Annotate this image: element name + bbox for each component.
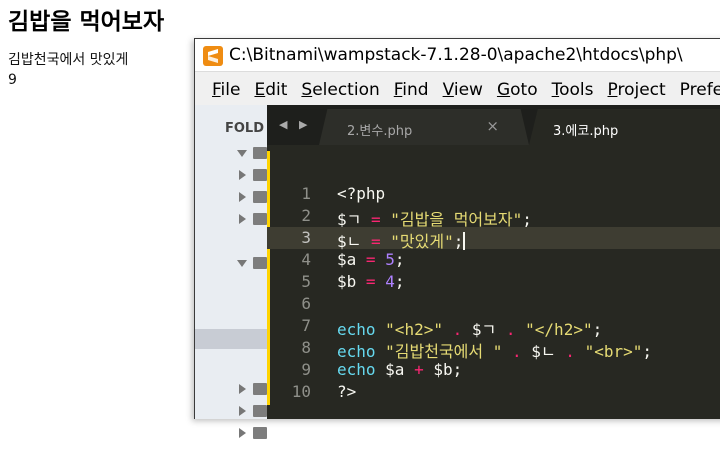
tab-bar: ◀ ▶ 2.변수.php × 3.에코.php × bbox=[267, 105, 720, 145]
line-number: 2 bbox=[301, 206, 311, 225]
menu-goto[interactable]: Goto bbox=[497, 77, 538, 103]
menu-selection[interactable]: Selection bbox=[301, 77, 379, 103]
code-text: $b = 4; bbox=[337, 272, 405, 291]
code-text: <?php bbox=[337, 184, 386, 203]
tree-row[interactable] bbox=[195, 209, 267, 229]
chevron-right-icon[interactable] bbox=[239, 170, 246, 180]
tab-label: 3.에코.php bbox=[553, 124, 619, 139]
code-line[interactable]: 7 echo "<h2>" . $ㄱ . "</h2>"; bbox=[267, 315, 720, 339]
tab-nav-arrows-icon[interactable]: ◀ ▶ bbox=[279, 118, 311, 131]
output-line-1: 김밥천국에서 맛있게 bbox=[8, 52, 129, 68]
page-heading: 김밥을 먹어보자 bbox=[8, 9, 165, 35]
output-line-2: 9 bbox=[8, 72, 17, 88]
code-line[interactable]: 9 echo $a + $b; bbox=[267, 359, 720, 381]
tree-row[interactable] bbox=[195, 379, 267, 399]
tab-3-echo[interactable]: 3.에코.php × bbox=[529, 109, 720, 145]
code-line[interactable]: 6 bbox=[267, 293, 720, 315]
tree-row[interactable] bbox=[195, 423, 267, 443]
chevron-right-icon[interactable] bbox=[239, 192, 246, 202]
folder-icon bbox=[253, 405, 267, 417]
chevron-right-icon[interactable] bbox=[239, 384, 246, 394]
line-number: 3 bbox=[301, 228, 311, 247]
text-cursor bbox=[463, 232, 466, 250]
code-line[interactable]: 2 $ㄱ = "김밥을 먹어보자"; bbox=[267, 205, 720, 229]
close-icon[interactable]: × bbox=[486, 117, 499, 135]
sidebar: FOLD bbox=[195, 105, 267, 439]
line-number: 9 bbox=[301, 360, 311, 379]
folder-icon bbox=[253, 169, 267, 181]
tree-row[interactable] bbox=[195, 165, 267, 185]
menu-edit[interactable]: Edit bbox=[254, 77, 287, 103]
code-text: $a = 5; bbox=[337, 250, 405, 269]
folders-label: FOLD bbox=[225, 121, 265, 136]
line-number: 6 bbox=[301, 294, 311, 313]
tree-row[interactable] bbox=[195, 253, 267, 273]
code-line-current[interactable]: 3 $ㄴ = "맛있게"; bbox=[267, 227, 720, 251]
code-text: ?> bbox=[337, 382, 357, 401]
tree-row[interactable] bbox=[195, 143, 267, 163]
sublime-window: C:\Bitnami\wampstack-7.1.28-0\apache2\ht… bbox=[194, 38, 720, 439]
line-number: 8 bbox=[301, 338, 311, 357]
code-line[interactable]: 5 $b = 4; bbox=[267, 271, 720, 293]
line-number: 1 bbox=[301, 184, 311, 203]
title-bar[interactable]: C:\Bitnami\wampstack-7.1.28-0\apache2\ht… bbox=[195, 39, 720, 72]
editor[interactable]: ◀ ▶ 2.변수.php × 3.에코.php × 1 <?php 2 $ㄱ =… bbox=[267, 105, 720, 419]
sublime-app-icon bbox=[203, 46, 223, 66]
menu-tools[interactable]: Tools bbox=[552, 77, 594, 103]
folder-icon bbox=[253, 427, 267, 439]
line-number: 10 bbox=[291, 382, 311, 401]
folder-icon bbox=[253, 191, 267, 203]
menu-project[interactable]: Project bbox=[608, 77, 666, 103]
chevron-down-icon[interactable] bbox=[237, 260, 247, 267]
menu-bar: File Edit Selection Find View Goto Tools Projec… bbox=[195, 77, 720, 103]
code-line[interactable]: 8 echo "김밥천국에서 " . $ㄴ . "<br>"; bbox=[267, 337, 720, 361]
chevron-down-icon[interactable] bbox=[237, 150, 247, 157]
menu-find[interactable]: Find bbox=[394, 77, 429, 103]
tree-row-selected[interactable] bbox=[195, 329, 267, 349]
window-title: C:\Bitnami\wampstack-7.1.28-0\apache2\ht… bbox=[229, 45, 683, 65]
code-line[interactable]: 1 <?php bbox=[267, 183, 720, 205]
folder-icon bbox=[253, 383, 267, 395]
menu-preferences[interactable]: Prefe bbox=[680, 77, 720, 103]
chevron-right-icon[interactable] bbox=[239, 214, 246, 224]
folder-icon bbox=[253, 147, 267, 159]
line-number: 5 bbox=[301, 272, 311, 291]
folder-icon bbox=[253, 257, 267, 269]
line-number: 7 bbox=[301, 316, 311, 335]
menu-view[interactable]: View bbox=[443, 77, 483, 103]
chevron-right-icon[interactable] bbox=[239, 428, 246, 438]
tab-2-variables[interactable]: 2.변수.php × bbox=[319, 109, 529, 145]
tree-row[interactable] bbox=[195, 187, 267, 207]
code-text: echo $a + $b; bbox=[337, 360, 463, 379]
code-line[interactable]: 4 $a = 5; bbox=[267, 249, 720, 271]
chevron-right-icon[interactable] bbox=[239, 406, 246, 416]
folder-icon bbox=[253, 213, 267, 225]
menu-file[interactable]: File bbox=[212, 77, 240, 103]
code-line[interactable]: 10 ?> bbox=[267, 381, 720, 403]
line-number: 4 bbox=[301, 250, 311, 269]
tab-label: 2.변수.php bbox=[347, 124, 413, 139]
tree-row[interactable] bbox=[195, 401, 267, 421]
